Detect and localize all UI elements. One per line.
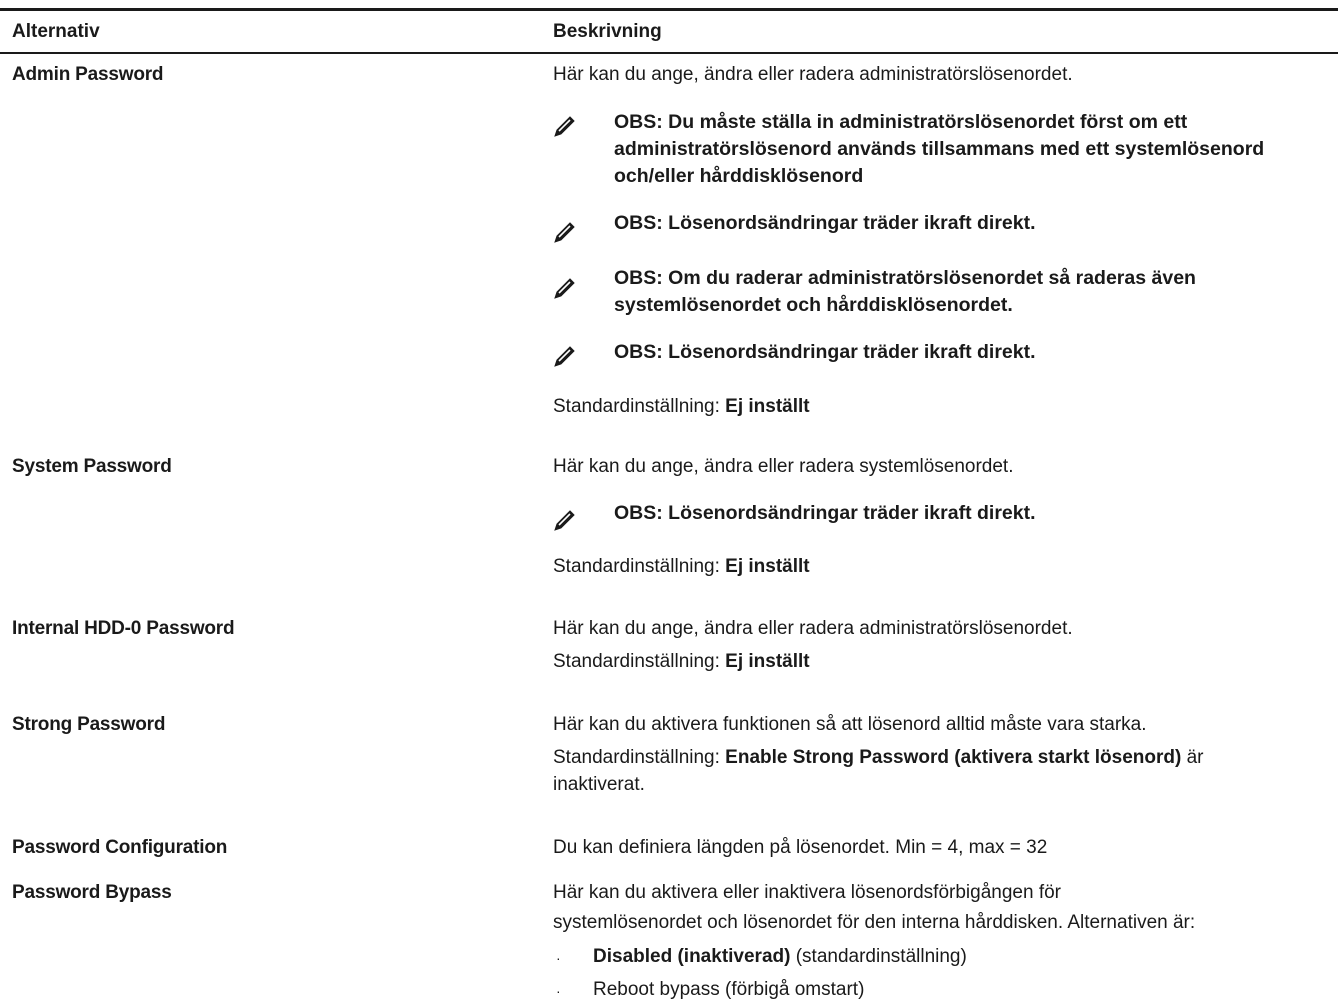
pencil-note-icon [554,510,575,531]
column-header-option: Alternativ [12,21,100,42]
table-top-rule [0,8,1338,11]
bullet-icon: · [556,950,561,966]
option-admin-password: Admin Password [12,64,164,85]
system-description: Här kan du ange, ändra eller radera syst… [553,456,1014,477]
pencil-note-icon [554,222,575,243]
system-default: Standardinställning: Ej inställt [553,556,810,577]
hdd-default: Standardinställning: Ej inställt [553,651,810,672]
bypass-option-disabled: Disabled (inaktiverad) (standardinställn… [593,946,967,967]
option-system-password: System Password [12,456,172,477]
system-note-text: OBS: Lösenordsändringar träder ikraft di… [614,502,1036,524]
strong-default: Standardinställning: Enable Strong Passw… [553,747,1204,795]
admin-description: Här kan du ange, ändra eller radera admi… [553,64,1073,85]
pencil-note-icon [554,346,575,367]
admin-note-1-text: OBS: Du måste ställa in administratörslö… [614,111,1265,187]
option-password-bypass: Password Bypass [12,882,172,903]
bypass-description-line2: systemlösenordet och lösenordet för den … [553,912,1196,933]
bypass-description-line1: Här kan du aktivera eller inaktivera lös… [553,882,1061,903]
column-header-description: Beskrivning [553,21,662,42]
strong-description: Här kan du aktivera funktionen så att lö… [553,714,1147,735]
option-internal-hdd-password: Internal HDD-0 Password [12,618,235,639]
admin-default: Standardinställning: Ej inställt [553,396,810,417]
config-description: Du kan definiera längden på lösenordet. … [553,837,1048,858]
admin-note-3-text: OBS: Om du raderar administratörslösenor… [614,267,1196,316]
header-rule [0,52,1338,54]
option-password-configuration: Password Configuration [12,837,228,858]
pencil-note-icon [554,116,575,137]
pencil-note-icon [554,278,575,299]
admin-note-4-text: OBS: Lösenordsändringar träder ikraft di… [614,341,1036,363]
admin-note-2-text: OBS: Lösenordsändringar träder ikraft di… [614,212,1036,234]
bypass-option-reboot: Reboot bypass (förbigå omstart) [593,979,865,1000]
bios-options-table: Alternativ Beskrivning Admin Password Hä… [0,0,1338,1003]
bullet-icon: · [556,983,561,999]
hdd-description: Här kan du ange, ändra eller radera admi… [553,618,1073,639]
option-strong-password: Strong Password [12,714,166,735]
